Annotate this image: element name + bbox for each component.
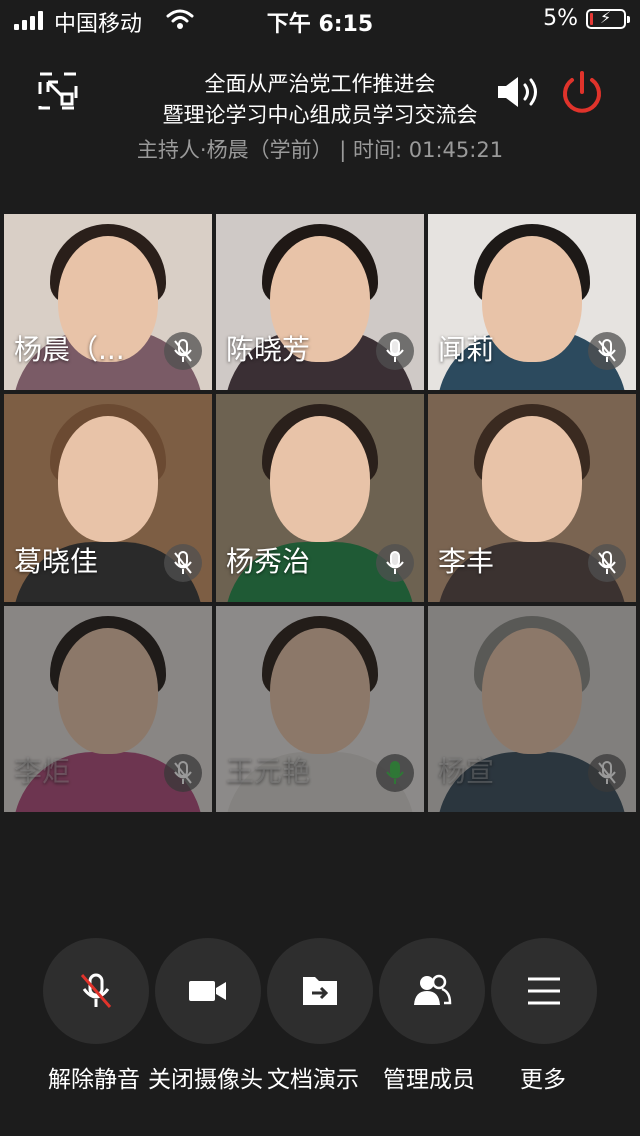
participant-name: 葛晓佳 (14, 545, 99, 578)
participant-name: 李丰 (438, 545, 495, 578)
battery-fill (590, 13, 593, 25)
unmute-button[interactable] (43, 938, 149, 1044)
participant-face (270, 628, 370, 754)
video-feed (428, 606, 636, 812)
speaker-icon[interactable] (496, 74, 544, 110)
host-and-duration: 主持人·杨晨（学前） | 时间: 01:45:21 (136, 138, 504, 162)
participant-face (482, 628, 582, 754)
participant-tile[interactable]: 李丰 (428, 394, 636, 602)
participant-name: 王元艳 (226, 755, 311, 788)
meeting-subtitle: 暨理论学习中心组成员学习交流会 (162, 103, 478, 127)
participant-face (58, 628, 158, 754)
mic-icon (376, 754, 414, 792)
mic-muted-icon (164, 754, 202, 792)
mic-muted-icon (588, 332, 626, 370)
share-document-button[interactable] (267, 938, 373, 1044)
participant-name: 杨晨（... (14, 333, 125, 366)
participant-name: 李炬 (14, 755, 71, 788)
unmute-label[interactable]: 解除静音 (48, 1060, 140, 1094)
participant-tile[interactable]: 葛晓佳 (4, 394, 212, 602)
status-bar: 中国移动 下午 6:15 5% ⚡ (0, 0, 640, 40)
participant-name: 杨宣 (438, 755, 495, 788)
participant-name: 杨秀治 (226, 545, 311, 578)
participant-face (58, 416, 158, 542)
participant-body (437, 752, 627, 812)
participant-tile[interactable]: 杨晨（... (4, 214, 212, 390)
participant-tile[interactable]: 王元艳 (216, 606, 424, 812)
meeting-title: 全面从严治党工作推进会 (204, 72, 436, 96)
mic-muted-icon (588, 754, 626, 792)
mic-icon (376, 544, 414, 582)
participant-tile[interactable]: 陈晓芳 (216, 214, 424, 390)
participant-hair (262, 616, 378, 696)
video-feed (216, 606, 424, 812)
participant-face (482, 416, 582, 542)
participant-hair (50, 616, 166, 696)
mic-muted-icon (164, 332, 202, 370)
camera-off-label[interactable]: 关闭摄像头 (148, 1060, 263, 1094)
participant-tile[interactable]: 杨宣 (428, 606, 636, 812)
participant-tile[interactable]: 杨秀治 (216, 394, 424, 602)
participant-face (270, 416, 370, 542)
participant-name: 闻莉 (438, 333, 495, 366)
participant-hair (474, 616, 590, 696)
manage-members-label[interactable]: 管理成员 (383, 1060, 475, 1094)
power-icon[interactable] (560, 70, 604, 114)
battery-charging-icon: ⚡ (586, 8, 630, 29)
battery-percent: 5% (543, 6, 578, 31)
more-label[interactable]: 更多 (520, 1060, 566, 1094)
video-feed (4, 606, 212, 812)
more-button[interactable] (491, 938, 597, 1044)
mic-muted-icon (164, 544, 202, 582)
mic-icon (376, 332, 414, 370)
share-document-label[interactable]: 文档演示 (267, 1060, 359, 1094)
manage-members-button[interactable] (379, 938, 485, 1044)
participant-name: 陈晓芳 (226, 333, 311, 366)
participant-face (482, 236, 582, 362)
participant-tile[interactable]: 李炬 (4, 606, 212, 812)
participant-tile[interactable]: 闻莉 (428, 214, 636, 390)
participant-body (13, 752, 203, 812)
participant-body (225, 752, 415, 812)
mic-muted-icon (588, 544, 626, 582)
camera-off-button[interactable] (155, 938, 261, 1044)
